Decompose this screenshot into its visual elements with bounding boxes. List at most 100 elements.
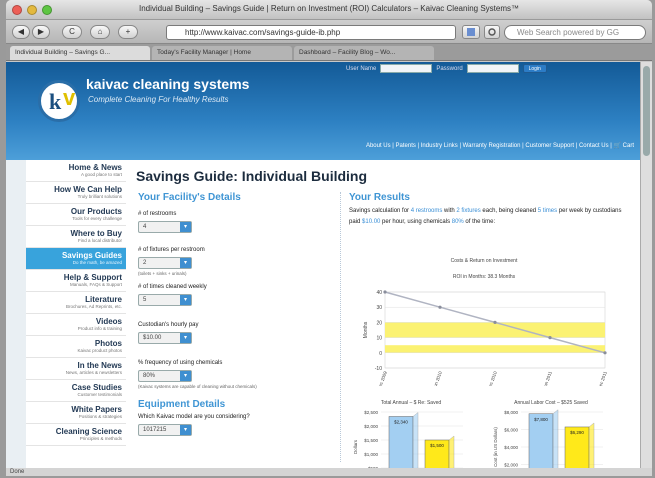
sidebar-item-subtitle: Tools for every challenge xyxy=(72,216,122,221)
pay-select[interactable]: $10.00 ▾ xyxy=(138,332,192,344)
results-panel: Your Results Savings calculation for 4 r… xyxy=(340,192,630,468)
sidebar-item-case-studies[interactable]: Case Studies Customer testimonials xyxy=(26,380,126,402)
username-input[interactable] xyxy=(380,64,433,73)
total-savings-data-label-0: $2,340 xyxy=(394,419,408,424)
intro-text: each, being cleaned xyxy=(480,208,538,214)
facility-heading: Your Facility's Details xyxy=(138,192,241,203)
sidebar-item-our-products[interactable]: Our Products Tools for every challenge xyxy=(26,204,126,226)
sidebar-item-photos[interactable]: Photos Kaivac product photos xyxy=(26,336,126,358)
reload-button[interactable]: C xyxy=(62,25,82,39)
fixtures-note: (toilets + sinks + urinals) xyxy=(138,271,187,276)
password-input[interactable] xyxy=(466,64,519,73)
password-label: Password xyxy=(436,65,463,72)
labor-cost-ytick-label-2: $4,000 xyxy=(504,445,518,450)
chemicals-label: % frequency of using chemicals xyxy=(138,360,223,366)
address-bar[interactable]: http://www.kaivac.com/savings-guide-ib.p… xyxy=(166,25,456,40)
roi-ylabel: Months xyxy=(363,321,369,338)
fixtures-label: # of fixtures per restroom xyxy=(138,247,205,253)
sidebar-item-subtitle: Positions & strategies xyxy=(78,414,122,419)
sidebar-item-subtitle: Customer testimonials xyxy=(77,392,122,397)
total-savings-bar-side-0 xyxy=(412,412,419,468)
facility-form: Your Facility's Details # of restrooms 4… xyxy=(138,192,328,436)
back-button[interactable]: ◀ xyxy=(12,25,30,39)
sidebar-item-subtitle: Brochures, Ad Reprints, etc. xyxy=(65,304,122,309)
roi-point-2 xyxy=(493,320,497,324)
total-savings-bar-side-1 xyxy=(448,435,455,468)
chemicals-select[interactable]: 80% ▾ xyxy=(138,370,192,382)
search-field[interactable]: Web Search powered by GG xyxy=(504,25,646,40)
tab-0[interactable]: Individual Building – Savings G... xyxy=(10,46,150,60)
sidebar-item-subtitle: Truly brilliant solutions xyxy=(77,194,122,199)
tab-1[interactable]: Today's Facility Manager | Home xyxy=(152,46,292,60)
sidebar-item-title: White Papers xyxy=(71,405,122,414)
sidebar-item-in-the-news[interactable]: In the News News, articles & newsletters xyxy=(26,358,126,380)
model-value: 1017215 xyxy=(143,427,167,433)
labor-cost-data-label-1: $6,290 xyxy=(570,430,584,435)
sidebar-item-cleaning-science[interactable]: Cleaning Science Principles & methods xyxy=(26,424,126,446)
total-savings-ytick-label-4: $2,000 xyxy=(364,424,378,429)
rss-icon[interactable] xyxy=(462,25,480,39)
add-bookmark-button[interactable]: + xyxy=(118,25,138,39)
sidebar-item-title: How We Can Help xyxy=(54,185,122,194)
sidebar-item-subtitle: Do the math, be amazed xyxy=(72,260,122,265)
restrooms-label: # of restrooms xyxy=(138,211,177,217)
sidebar-item-help-support[interactable]: Help & Support Manuals, FAQs & Support xyxy=(26,270,126,292)
tab-bar: Individual Building – Savings G... Today'… xyxy=(6,44,652,61)
sidebar-item-title: Home & News xyxy=(68,163,122,172)
login-bar: User Name Password Login xyxy=(346,64,547,73)
model-label: Which Kaivac model are you considering? xyxy=(138,414,250,420)
tab-2[interactable]: Dashboard – Facility Blog – Wo... xyxy=(294,46,434,60)
pay-label: Custodian's hourly pay xyxy=(138,322,199,328)
total-savings-data-label-1: $1,500 xyxy=(430,443,444,448)
sidebar-item-literature[interactable]: Literature Brochures, Ad Reprints, etc. xyxy=(26,292,126,314)
main-content: Savings Guide: Individual Building Your … xyxy=(126,160,640,468)
labor-cost-ytick-label-4: $8,000 xyxy=(504,410,518,415)
highlight-value: 4 restrooms xyxy=(410,208,443,214)
roi-band-1 xyxy=(385,345,605,353)
roi-xtick-label-3: Jun 2011 xyxy=(542,370,553,386)
times-value: 5 xyxy=(143,297,147,303)
results-heading: Your Results xyxy=(349,192,410,203)
vertical-scrollbar[interactable] xyxy=(640,62,652,468)
window-title: Individual Building – Savings Guide | Re… xyxy=(138,4,520,13)
scroll-thumb[interactable] xyxy=(643,66,650,156)
sidebar-item-where-to-buy[interactable]: Where to Buy Find a local distributor xyxy=(26,226,126,248)
sidebar-item-white-papers[interactable]: White Papers Positions & strategies xyxy=(26,402,126,424)
status-bar: Done xyxy=(6,468,652,476)
restrooms-select[interactable]: 4 ▾ xyxy=(138,221,192,233)
chevron-down-icon: ▾ xyxy=(180,371,191,381)
labor-cost-ytick-label-3: $6,000 xyxy=(504,428,518,433)
sidebar-item-how-we-can-help[interactable]: How We Can Help Truly brilliant solutions xyxy=(26,182,126,204)
roi-xtick-label-0: Dec 2009 xyxy=(377,370,388,386)
highlight-value: $10.00 xyxy=(362,219,381,225)
sidebar-item-title: In the News xyxy=(77,361,122,370)
sidebar-item-title: Our Products xyxy=(70,207,122,216)
kaivac-logo[interactable]: kv xyxy=(38,80,80,122)
roi-chart-svg: -10 0 10 20 30 40 Months Dec 2009 Jun 2010 Dec 20… xyxy=(363,290,608,386)
sidebar-item-home-news[interactable]: Home & News A good place to start xyxy=(26,160,126,182)
roi-ytick-label-4: 30 xyxy=(376,305,382,311)
login-button[interactable]: Login xyxy=(522,64,547,73)
sidebar-item-subtitle: Product info & training xyxy=(77,326,122,331)
username-label: User Name xyxy=(346,65,377,72)
forward-button[interactable]: ▶ xyxy=(32,25,50,39)
web-page: kv kaivac cleaning systems Complete Clea… xyxy=(6,62,640,468)
chevron-down-icon: ▾ xyxy=(180,333,191,343)
sidebar-item-savings-guides[interactable]: Savings Guides Do the math, be amazed xyxy=(26,248,126,270)
home-button[interactable]: ⌂ xyxy=(90,25,110,39)
times-label: # of times cleaned weekly xyxy=(138,284,207,290)
top-links[interactable]: About Us | Patents | Industry Links | Wa… xyxy=(366,142,634,149)
model-select[interactable]: 1017215 ▾ xyxy=(138,424,192,436)
intro-text: with xyxy=(442,208,457,214)
sidebar-item-title: Help & Support xyxy=(63,273,122,282)
highlight-value: 5 times xyxy=(537,208,558,214)
sidebar-item-title: Savings Guides xyxy=(61,251,122,260)
times-select[interactable]: 5 ▾ xyxy=(138,294,192,306)
total-savings-ytick-label-3: $1,500 xyxy=(364,438,378,443)
sidebar-item-title: Case Studies xyxy=(71,383,122,392)
sidebar-item-title: Cleaning Science xyxy=(55,427,122,436)
roi-point-1 xyxy=(438,305,442,309)
sidebar-item-videos[interactable]: Videos Product info & training xyxy=(26,314,126,336)
cog-icon[interactable] xyxy=(484,25,500,39)
fixtures-select[interactable]: 2 ▾ xyxy=(138,257,192,269)
